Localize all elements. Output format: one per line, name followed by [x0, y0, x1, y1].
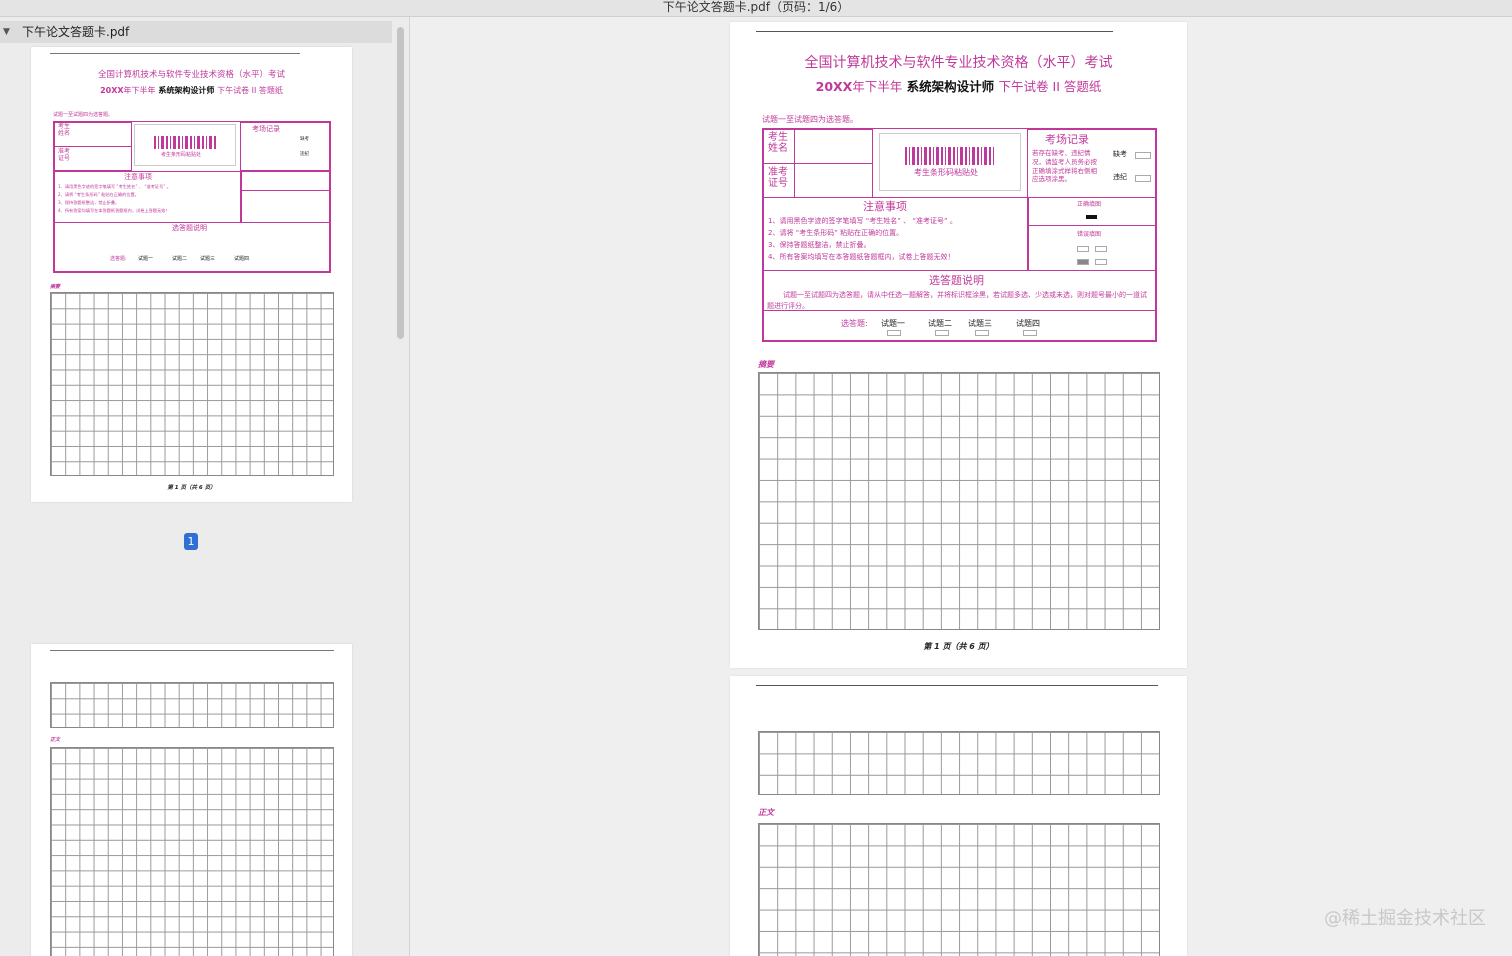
continued-writing-grid — [758, 731, 1160, 795]
wrong-fill-label: 错误填图 — [1077, 231, 1102, 238]
choice-3: 试题三 — [968, 319, 992, 328]
thumbnail-sidebar: ▼ 下午论文答题卡.pdf 全国计算机技术与软件专业技术资格（水平）考试 20X… — [0, 17, 410, 956]
choice-1-box[interactable] — [887, 330, 901, 336]
answer-sheet-form: 考生 姓名 准考 证号 考生条形码粘贴处 考场记录 若存在缺考、违纪情况，请监考… — [762, 128, 1157, 342]
ticket-number-label: 准考 证号 — [768, 167, 788, 189]
correct-fill-label: 正确填图 — [1077, 201, 1102, 208]
watermark: @稀土掘金技术社区 — [1324, 908, 1486, 929]
thumbnail-page-2[interactable]: 正文 — [31, 644, 352, 956]
thumb-optional-note: 试题一至试题四为选答题。 — [53, 112, 114, 118]
choice-3-box[interactable] — [975, 330, 989, 336]
examinee-name-label: 考生 姓名 — [768, 132, 788, 154]
body-label: 正文 — [758, 808, 774, 817]
correct-fill-sample-icon — [1086, 215, 1097, 219]
room-record-title: 考场记录 — [1045, 133, 1089, 146]
sidebar-file-row[interactable]: ▼ 下午论文答题卡.pdf — [0, 21, 392, 43]
page-top-rule — [756, 31, 1113, 32]
choice-title: 选答题说明 — [929, 274, 984, 287]
sidebar-file-name: 下午论文答题卡.pdf — [22, 25, 130, 39]
thumb-barcode-icon — [154, 136, 216, 149]
thumb-continued-grid — [50, 682, 334, 728]
thumbnail-page-1[interactable]: 全国计算机技术与软件专业技术资格（水平）考试 20XX年下半年 系统架构设计师 … — [31, 47, 352, 502]
exam-title: 全国计算机技术与软件专业技术资格（水平）考试 — [804, 55, 1113, 71]
window-title: 下午论文答题卡.pdf（页码：1/6） — [0, 0, 1512, 17]
violation-label: 违纪 — [1113, 173, 1127, 181]
disclosure-triangle-icon[interactable]: ▼ — [3, 21, 10, 43]
document-page-1: 全国计算机技术与软件专业技术资格（水平）考试 20XX年下半年 系统架构设计师 … — [730, 22, 1187, 668]
choice-2: 试题二 — [928, 319, 952, 328]
absent-label: 缺考 — [1113, 150, 1127, 158]
document-page-2: 正文 — [730, 676, 1187, 956]
notice-title: 注意事项 — [863, 200, 907, 213]
document-view[interactable]: 全国计算机技术与软件专业技术资格（水平）考试 20XX年下半年 系统架构设计师 … — [410, 17, 1512, 956]
choice-4-box[interactable] — [1023, 330, 1037, 336]
thumb-abstract-grid — [50, 292, 334, 476]
wrong-fill-sample-icon — [1077, 246, 1089, 252]
page-footer: 第 1 页（共 6 页） — [923, 642, 994, 651]
barcode-icon — [905, 147, 995, 165]
thumb-exam-title: 全国计算机技术与软件专业技术资格（水平）考试 — [97, 70, 285, 80]
thumb-exam-subtitle: 20XX年下半年 系统架构设计师 下午试卷 II 答题纸 — [100, 86, 283, 95]
abstract-writing-grid — [758, 372, 1160, 630]
thumb-ticket-label: 准考 证号 — [58, 148, 71, 162]
choice-1: 试题一 — [881, 319, 905, 328]
page-top-rule — [50, 53, 300, 54]
sidebar-scrollbar[interactable] — [397, 27, 404, 339]
room-record-text: 若存在缺考、违纪情况，请监考人员务必按正确填涂式样将右侧相应选项涂黑。 — [1032, 149, 1097, 184]
choice-prefix: 选答题: — [841, 319, 868, 328]
choice-4: 试题四 — [1016, 319, 1040, 328]
optional-question-note: 试题一至试题四为选答题。 — [762, 115, 858, 124]
choice-2-box[interactable] — [935, 330, 949, 336]
choice-text: 试题一至试题四为选答题，请从中任选一题解答，并将标识框涂黑，若试题多选、少选或未… — [767, 291, 1147, 310]
exam-subtitle: 20XX年下半年 系统架构设计师 下午试卷 II 答题纸 — [815, 79, 1102, 94]
thumbnail-page-number: 1 — [184, 533, 198, 550]
thumb-form-box: 考生 姓名 准考 证号 考生条形码粘贴处 考场记录 缺考 违纪 注意事项 1、请… — [53, 121, 331, 273]
absent-checkbox[interactable] — [1135, 152, 1151, 159]
abstract-label: 摘要 — [758, 360, 774, 369]
thumb-name-label: 考生 姓名 — [58, 123, 71, 137]
thumb-body-grid — [50, 747, 334, 956]
body-writing-grid — [758, 823, 1160, 956]
barcode-label: 考生条形码粘贴处 — [914, 168, 978, 177]
violation-checkbox[interactable] — [1135, 175, 1151, 182]
